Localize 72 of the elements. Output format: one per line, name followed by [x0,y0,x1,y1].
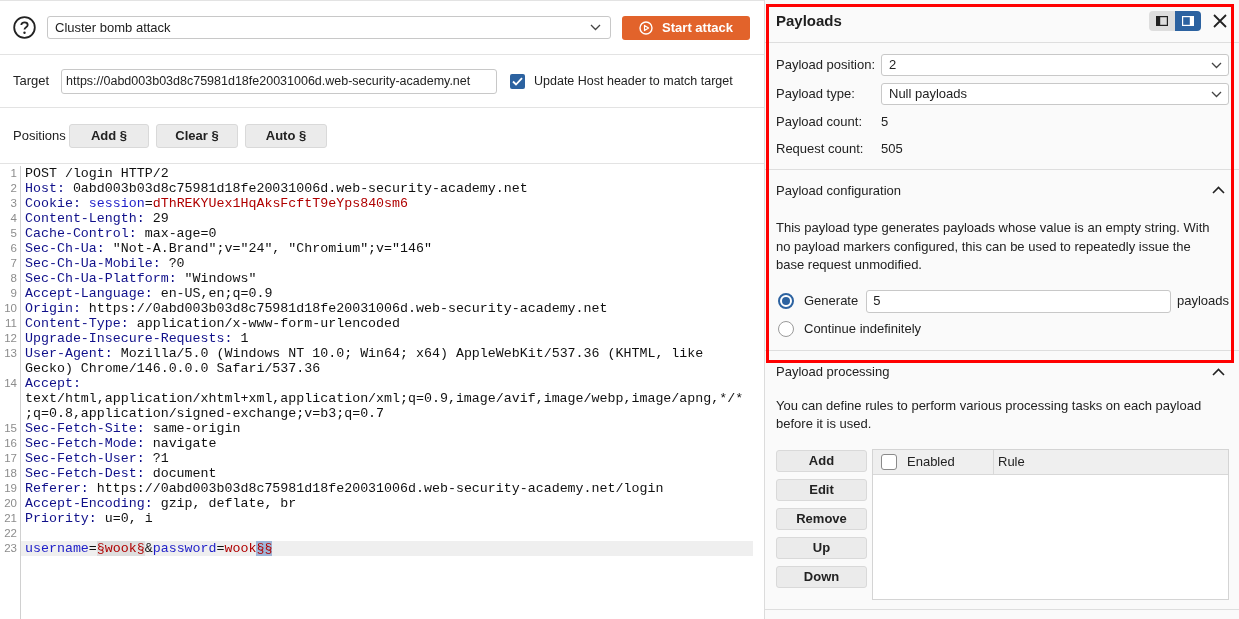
line-number: 22 [4,526,17,541]
field-label: Request count: [776,140,865,159]
section-title[interactable]: Payload configuration [776,183,902,197]
line-number: 2 [10,181,17,196]
rule-button[interactable]: Down [776,565,867,588]
chevron-up-icon[interactable] [1212,186,1225,194]
update-host-label: Update Host header to match target [534,72,733,90]
radio-label: Generate [804,292,859,311]
layout-toggle-button[interactable] [1175,11,1201,31]
rule-button[interactable]: Edit [776,478,867,501]
target-label: Target [13,72,51,91]
line-number: 18 [4,466,17,481]
line-number: 7 [10,256,17,271]
select-dropdown[interactable]: 2 [881,54,1229,76]
line-number: 9 [10,286,17,301]
line-number: 17 [4,451,17,466]
attack-type-dropdown[interactable]: Cluster bomb attack [47,16,611,39]
line-number: 11 [5,316,17,331]
select-dropdown[interactable]: Null payloads [881,83,1229,105]
column-header[interactable]: Rule [998,451,1025,472]
close-icon [1213,14,1227,28]
position-button[interactable]: Auto § [245,123,327,148]
panel-title: Payloads [776,10,842,31]
chevron-down-icon [590,24,601,31]
field-value: 505 [881,140,903,159]
chevron-down-icon [1211,90,1222,98]
line-number: 4 [10,211,17,226]
line-number: 15 [4,421,17,436]
positions-label: Positions [13,126,67,145]
help-icon[interactable] [13,16,36,39]
field-label: Payload count: [776,113,863,132]
line-number: 14 [4,376,17,391]
description-text: This payload type generates payloads whose value is an empty string. With no payload markers configured, this can be used to repeatedly issue the base request unmodified. [776,219,1211,274]
field-suffix: payloads [1176,292,1229,311]
radio-button[interactable] [778,293,794,309]
description-text: You can define rules to perform various processing tasks on each payload before it is used. [776,396,1203,433]
target-field[interactable]: https://0abd003b03d8c75981d18fe20031006d.web-security-academy.net [61,68,497,94]
position-button[interactable]: Clear § [156,123,238,148]
dock-left-icon [1156,16,1168,26]
line-number: 20 [4,496,17,511]
line-number: 21 [4,511,17,526]
column-header[interactable]: Enabled [907,451,955,472]
line-number: 6 [10,241,17,256]
radio-button[interactable] [778,320,794,337]
line-number: 16 [4,436,17,451]
line-number: 5 [10,226,17,241]
rule-button[interactable]: Remove [776,507,867,530]
select-all-checkbox[interactable] [881,453,897,470]
rule-button[interactable]: Add [776,449,867,472]
rule-button[interactable]: Up [776,536,867,559]
close-button[interactable] [1213,14,1227,28]
position-button[interactable]: Add § [69,123,149,148]
update-host-checkbox[interactable] [510,73,525,89]
line-number: 23 [4,541,17,556]
line-number: 8 [10,271,17,286]
field-label: Payload position: [776,56,876,75]
line-number: 12 [4,331,17,346]
line-number: 1 [10,166,17,181]
line-number: 19 [4,481,17,496]
chevron-up-icon[interactable] [1212,367,1225,376]
field-label: Payload type: [776,85,856,104]
line-number: 3 [10,196,17,211]
play-circle-icon [639,20,654,35]
payload-count-field[interactable]: 5 [866,289,1171,313]
line-number: 13 [4,346,17,361]
layout-toggle-button[interactable] [1149,11,1175,31]
chevron-down-icon [1211,61,1222,69]
dock-right-icon [1182,16,1194,26]
line-number: 10 [4,301,17,316]
section-title[interactable]: Payload processing [776,365,890,378]
radio-label: Continue indefinitely [804,319,922,338]
field-value: 5 [881,113,889,132]
